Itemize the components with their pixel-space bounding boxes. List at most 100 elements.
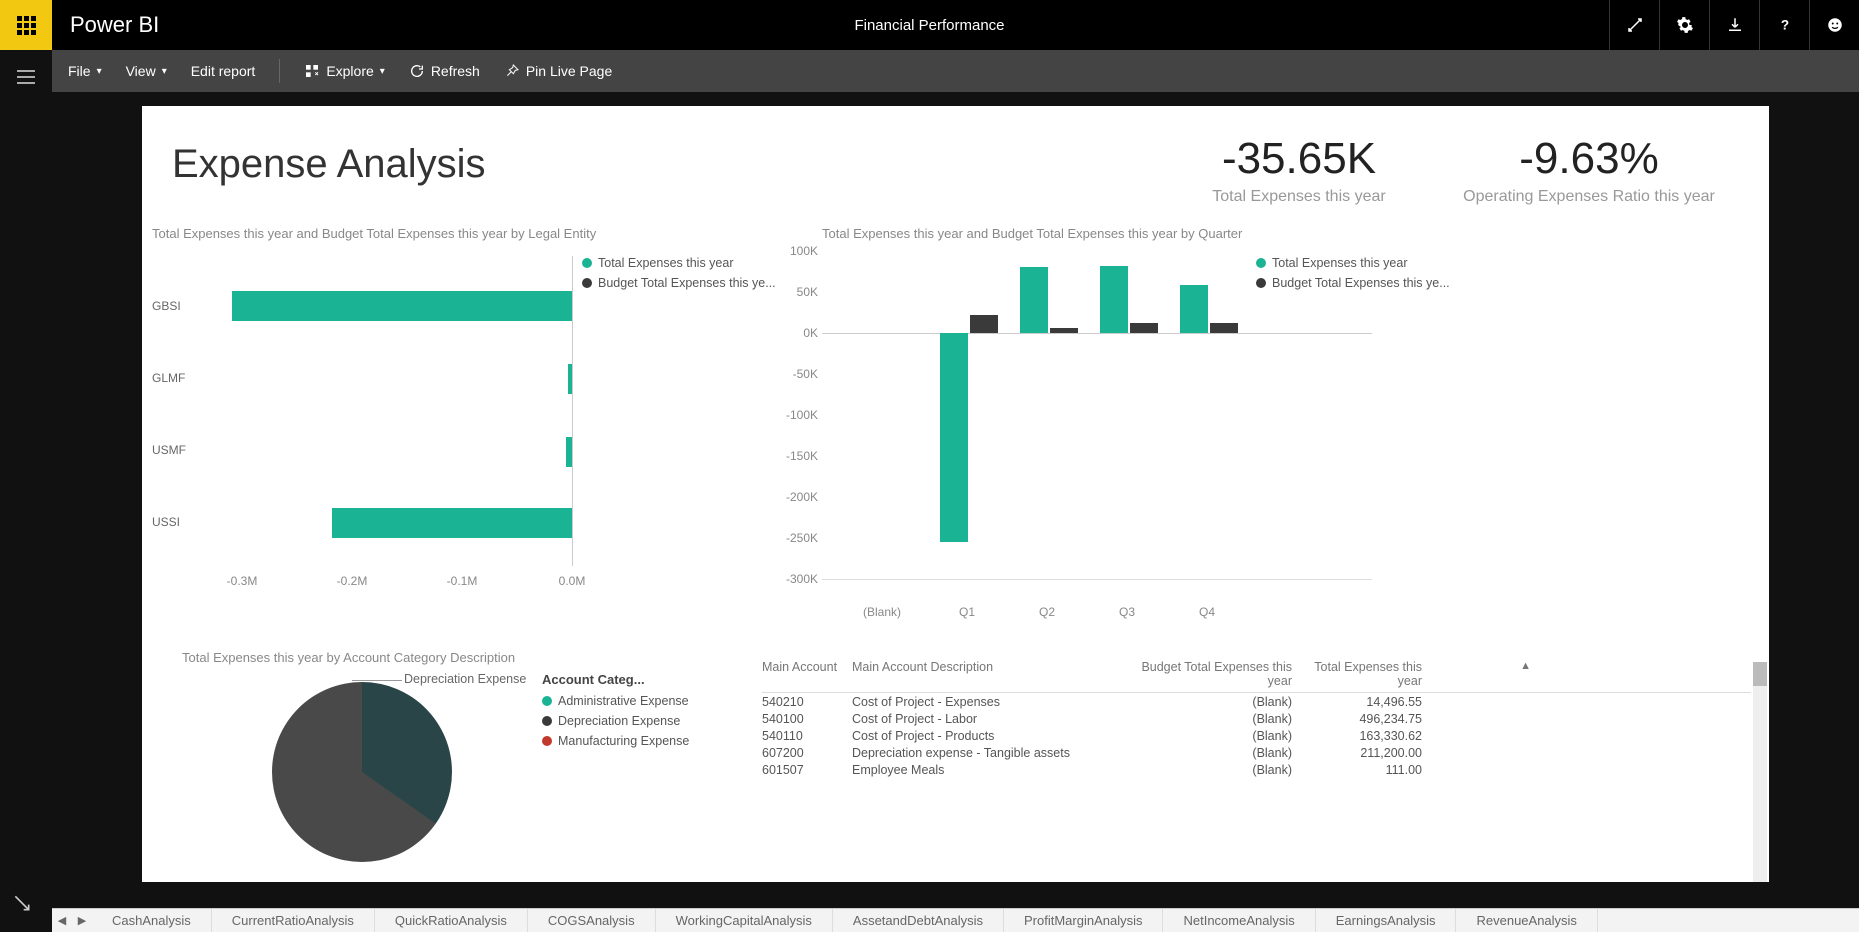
table-row[interactable]: 540100Cost of Project - Labor(Blank)496,… [762,710,1751,727]
tabs-prev-button[interactable]: ◀ [52,914,72,927]
explore-menu[interactable]: Explore▾ [304,63,385,79]
tab-asset-debt[interactable]: AssetandDebtAnalysis [833,909,1004,932]
legend-dot [542,736,552,746]
download-button[interactable] [1709,0,1759,50]
pin-icon [504,63,520,79]
bar [332,508,572,538]
table-header: Main Account Main Account Description Bu… [762,656,1751,693]
legend-label: Depreciation Expense [558,714,680,728]
kpi-op-expense-ratio[interactable]: -9.63% Operating Expenses Ratio this yea… [1439,134,1739,214]
pin-label: Pin Live Page [526,63,612,79]
report-page[interactable]: Expense Analysis -35.65K Total Expenses … [142,106,1769,882]
chart3-title: Total Expenses this year by Account Cate… [182,650,515,665]
y-tick: USSI [152,515,180,529]
account-category-title: Account Categ... [542,672,645,687]
col-header[interactable]: Total Expenses this year [1292,660,1422,688]
legend-label: Administrative Expense [558,694,689,708]
chart1-title: Total Expenses this year and Budget Tota… [152,226,596,241]
x-tick: 0.0M [559,574,586,588]
y-tick: -300K [778,572,818,586]
tab-label: AssetandDebtAnalysis [853,913,983,928]
col-header[interactable]: Main Account [762,660,852,688]
kpi-total-expenses[interactable]: -35.65K Total Expenses this year [1169,134,1429,214]
tab-label: NetIncomeAnalysis [1183,913,1294,928]
chevron-down-icon: ▾ [162,66,167,77]
x-tick: (Blank) [863,605,901,619]
column [940,333,968,542]
report-title-top: Financial Performance [854,17,1004,34]
table-row[interactable]: 540110Cost of Project - Products(Blank)1… [762,727,1751,744]
feedback-button[interactable] [1809,0,1859,50]
table-row[interactable]: 607200Depreciation expense - Tangible as… [762,744,1751,761]
share-button[interactable] [12,893,32,918]
top-bar: Power BI Financial Performance ? [0,0,1859,50]
tabs-next-button[interactable]: ▶ [72,914,92,927]
chart2-title: Total Expenses this year and Budget Tota… [822,226,1242,241]
app-name: Power BI [70,12,159,38]
tab-label: QuickRatioAnalysis [395,913,507,928]
scroll-thumb[interactable] [1753,662,1767,686]
nav-toggle-button[interactable] [17,70,35,84]
view-menu[interactable]: View ▾ [126,63,167,79]
pie-slice-label: Depreciation Expense [404,672,526,686]
tab-label: ProfitMarginAnalysis [1024,913,1143,928]
expenses-table[interactable]: Main Account Main Account Description Bu… [762,656,1751,778]
help-button[interactable]: ? [1759,0,1809,50]
axis-line [572,256,573,566]
chart2-column-by-quarter[interactable]: 100K 50K 0K -50K -100K -150K -200K -250K… [822,251,1372,611]
pin-live-page-button[interactable]: Pin Live Page [504,63,612,79]
settings-button[interactable] [1659,0,1709,50]
tab-cash-analysis[interactable]: CashAnalysis [92,909,212,932]
axis-line [822,579,1372,580]
app-launcher-button[interactable] [0,0,52,50]
y-tick: -50K [778,367,818,381]
tab-earnings[interactable]: EarningsAnalysis [1316,909,1457,932]
tab-cogs[interactable]: COGSAnalysis [528,909,656,932]
table-scrollbar[interactable] [1753,662,1767,882]
chart3-pie[interactable] [272,682,452,862]
kpi-label: Operating Expenses Ratio this year [1439,188,1739,214]
tab-net-income[interactable]: NetIncomeAnalysis [1163,909,1315,932]
waffle-icon [17,16,36,35]
account-category-legend[interactable]: Administrative Expense Depreciation Expe… [542,694,712,754]
bar [568,364,572,394]
table-row[interactable]: 540210Cost of Project - Expenses(Blank)1… [762,693,1751,710]
edit-report-button[interactable]: Edit report [191,63,256,79]
refresh-button[interactable]: Refresh [409,63,480,79]
kpi-value: -9.63% [1439,134,1739,184]
x-tick: Q3 [1119,605,1135,619]
edit-label: Edit report [191,63,256,79]
x-tick: Q2 [1039,605,1055,619]
zero-line [822,333,1372,334]
kpi-value: -35.65K [1169,134,1429,184]
kpi-label: Total Expenses this year [1169,188,1429,214]
column [1130,323,1158,333]
help-icon: ? [1776,16,1794,34]
fullscreen-icon [1626,16,1644,34]
refresh-icon [409,63,425,79]
fullscreen-button[interactable] [1609,0,1659,50]
col-header[interactable]: Budget Total Expenses this year [1132,660,1292,688]
tab-quick-ratio[interactable]: QuickRatioAnalysis [375,909,528,932]
scroll-track [1753,662,1767,882]
page-title: Expense Analysis [172,142,486,187]
file-menu[interactable]: File▾ [68,63,102,79]
col-header[interactable]: Main Account Description [852,660,1132,688]
tab-current-ratio[interactable]: CurrentRatioAnalysis [212,909,375,932]
explore-label: Explore [326,63,373,79]
y-tick: 50K [778,285,818,299]
tab-profit-margin[interactable]: ProfitMarginAnalysis [1004,909,1164,932]
tab-label: WorkingCapitalAnalysis [676,913,812,928]
y-tick: 100K [778,244,818,258]
tab-revenue[interactable]: RevenueAnalysis [1456,909,1597,932]
svg-text:?: ? [1780,18,1788,33]
tab-label: EarningsAnalysis [1336,913,1436,928]
y-tick: -250K [778,531,818,545]
canvas-area: Expense Analysis -35.65K Total Expenses … [52,92,1859,908]
chart1-bar-by-entity[interactable]: -0.3M -0.2M -0.1M 0.0M GBSI GLMF USMF US… [152,256,772,606]
y-tick: -150K [778,449,818,463]
x-tick: -0.2M [337,574,368,588]
view-label: View [126,63,156,79]
table-row[interactable]: 601507Employee Meals(Blank)111.00 [762,761,1751,778]
tab-working-capital[interactable]: WorkingCapitalAnalysis [656,909,833,932]
